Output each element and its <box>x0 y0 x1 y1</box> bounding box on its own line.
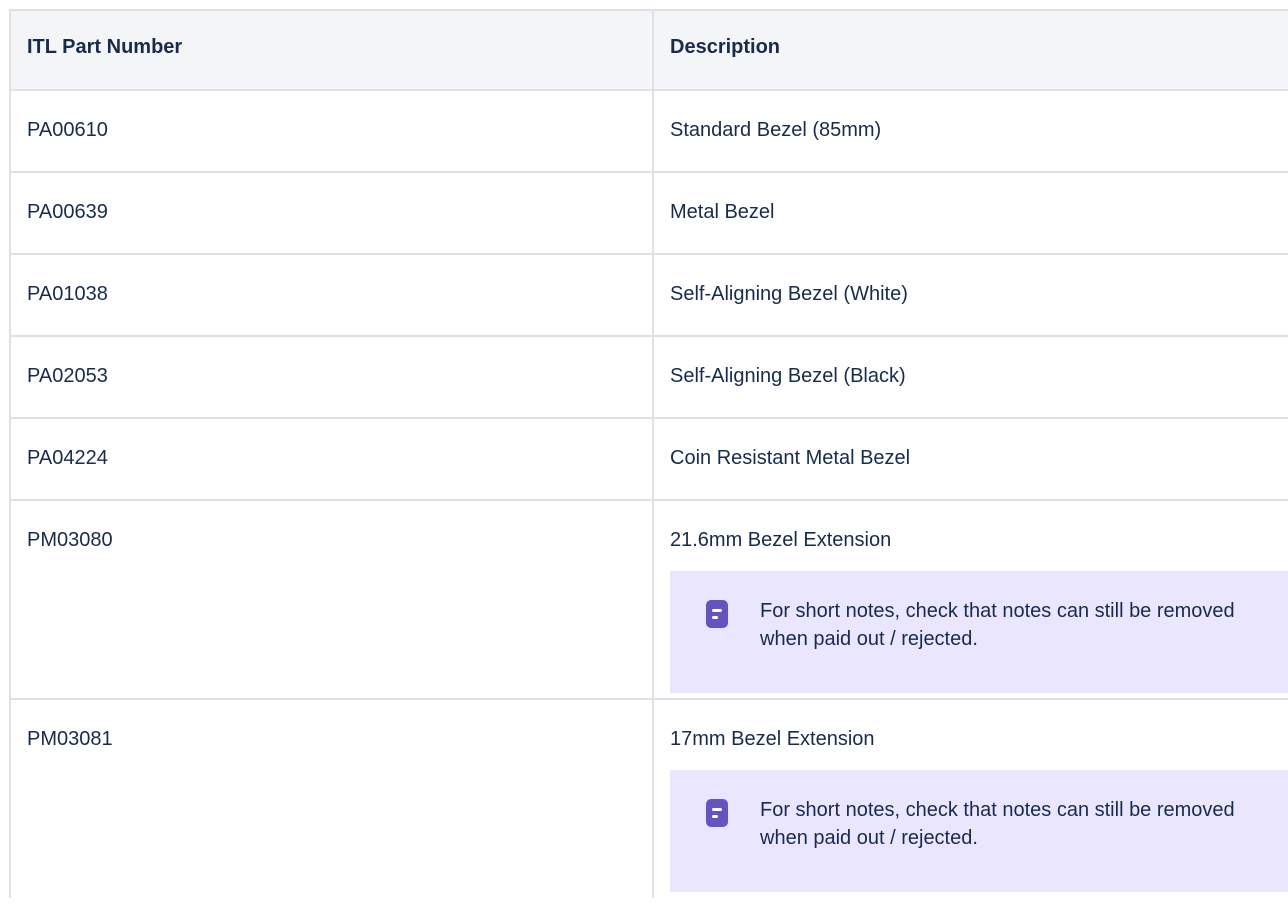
description-text: 17mm Bezel Extension <box>670 728 875 750</box>
table-row: PA00610 Standard Bezel (85mm) <box>9 89 1288 173</box>
description-cell: 17mm Bezel Extension For short notes, ch… <box>652 698 1288 898</box>
note-panel: For short notes, check that notes can st… <box>670 770 1288 892</box>
part-number-cell: PM03080 <box>9 499 654 700</box>
table-row: PM03080 21.6mm Bezel Extension For short… <box>9 499 1288 700</box>
note-icon <box>706 799 728 827</box>
description-cell: Coin Resistant Metal Bezel <box>652 417 1288 501</box>
note-text: For short notes, check that notes can st… <box>760 799 1235 849</box>
table-row: PM03081 17mm Bezel Extension For short n… <box>9 698 1288 898</box>
description-cell: Self-Aligning Bezel (Black) <box>652 335 1288 419</box>
description-cell: 21.6mm Bezel Extension For short notes, … <box>652 499 1288 700</box>
parts-table: ITL Part Number Description PA00610 Stan… <box>9 9 1288 898</box>
description-cell: Metal Bezel <box>652 171 1288 255</box>
part-number-cell: PA00639 <box>9 171 654 255</box>
table-row: PA04224 Coin Resistant Metal Bezel <box>9 417 1288 501</box>
table-row: PA02053 Self-Aligning Bezel (Black) <box>9 335 1288 419</box>
description-cell: Self-Aligning Bezel (White) <box>652 253 1288 337</box>
description-text: 21.6mm Bezel Extension <box>670 529 892 551</box>
part-number-cell: PA02053 <box>9 335 654 419</box>
note-panel: For short notes, check that notes can st… <box>670 571 1288 693</box>
part-number-cell: PA04224 <box>9 417 654 501</box>
column-header-description: Description <box>652 9 1288 91</box>
part-number-cell: PA01038 <box>9 253 654 337</box>
part-number-cell: PA00610 <box>9 89 654 173</box>
column-header-part-number: ITL Part Number <box>9 9 654 91</box>
part-number-cell: PM03081 <box>9 698 654 898</box>
table-header-row: ITL Part Number Description <box>9 9 1288 91</box>
description-cell: Standard Bezel (85mm) <box>652 89 1288 173</box>
table-row: PA00639 Metal Bezel <box>9 171 1288 255</box>
note-icon <box>706 600 728 628</box>
note-text: For short notes, check that notes can st… <box>760 600 1235 650</box>
table-row: PA01038 Self-Aligning Bezel (White) <box>9 253 1288 337</box>
